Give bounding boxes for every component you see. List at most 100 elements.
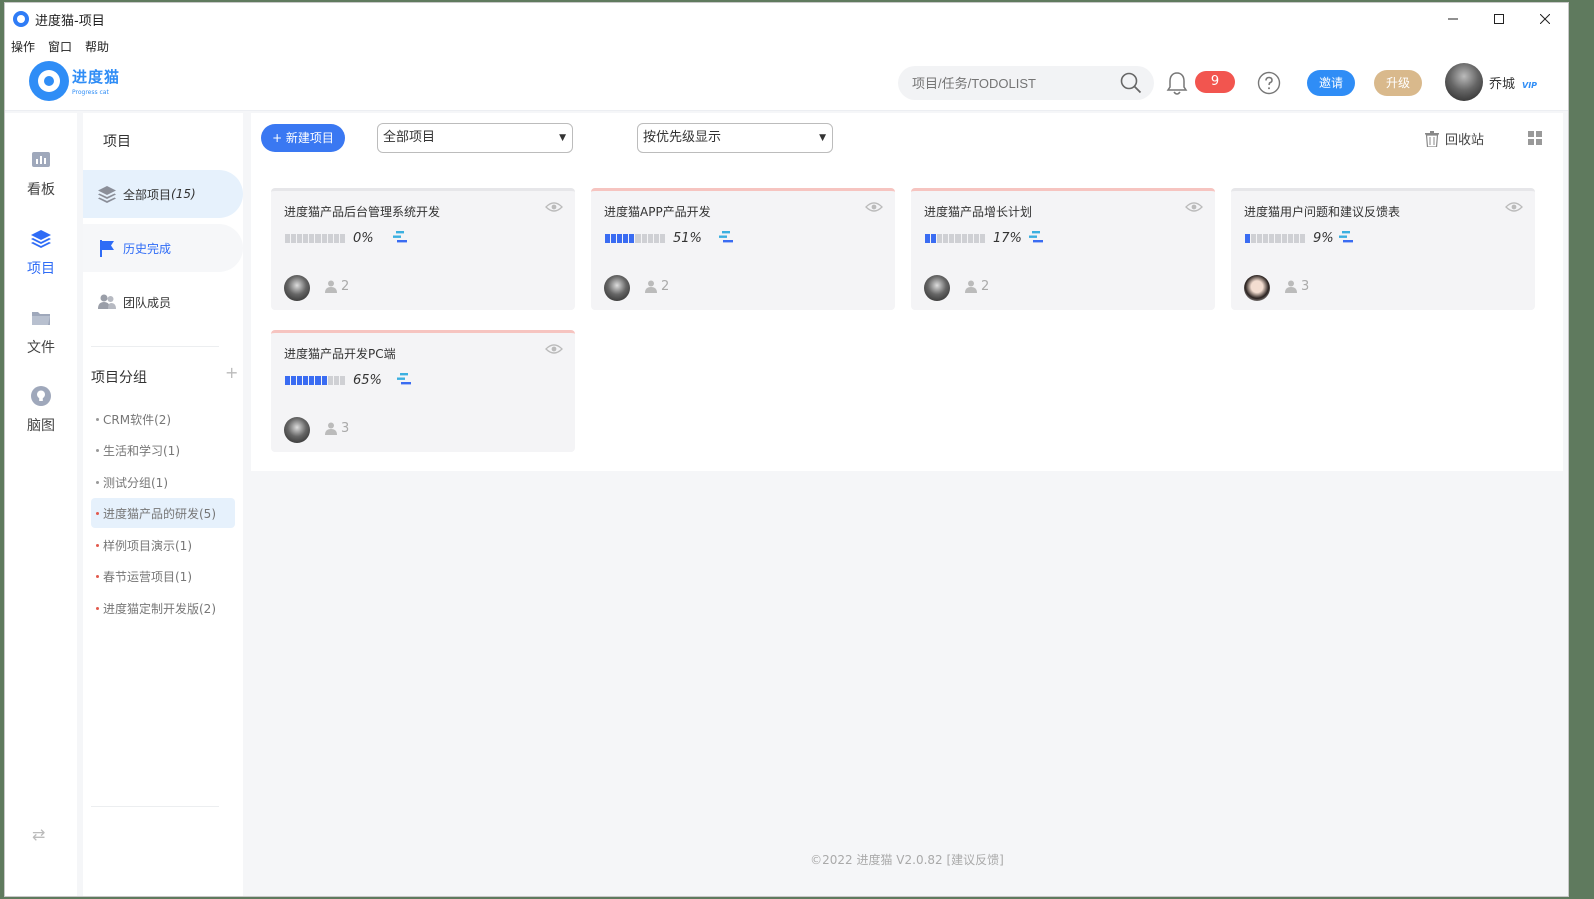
rail-label-files: 文件 [27,340,55,356]
group-item[interactable]: 样例项目演示(1) [91,530,235,560]
eye-icon[interactable] [1185,201,1203,213]
sidebar-item-all-projects[interactable]: 全部项目 (15) [83,170,243,218]
group-item[interactable]: 进度猫定制开发版(2) [91,593,235,623]
help-icon[interactable] [1257,71,1281,95]
person-icon [1285,280,1297,293]
project-card[interactable]: 进度猫产品开发PC端 65% 3 [271,330,575,452]
eye-icon[interactable] [545,201,563,213]
owner-avatar[interactable] [924,275,950,301]
dashboard-icon [32,152,50,167]
menu-bar: 操作 窗口 帮助 [5,35,1568,57]
menu-window[interactable]: 窗口 [48,38,72,55]
group-section-title: 项目分组 [91,370,147,386]
member-count[interactable]: 2 [645,279,669,294]
sidebar-divider [91,806,219,807]
sidebar-item-team[interactable]: 团队成员 [83,278,243,326]
gantt-icon[interactable] [393,230,407,244]
sidebar-divider [91,346,219,347]
project-filter-select[interactable]: 全部项目 ▼ [377,123,573,153]
owner-avatar[interactable] [284,275,310,301]
upgrade-button[interactable]: 升级 [1374,70,1422,96]
user-avatar[interactable] [1445,63,1483,101]
app-header: 进度猫 Progress cat 9 邀请 升级 乔城 VIP [5,57,1568,111]
gantt-icon[interactable] [719,230,733,244]
owner-avatar[interactable] [284,417,310,443]
menu-operate[interactable]: 操作 [11,38,35,55]
rail-item-mindmap[interactable]: 脑图 [5,385,77,435]
gantt-icon[interactable] [1029,230,1043,244]
member-count[interactable]: 2 [965,279,989,294]
invite-button[interactable]: 邀请 [1307,70,1355,96]
owner-avatar[interactable] [604,275,630,301]
maximize-button[interactable] [1476,3,1522,35]
trash-icon [1425,130,1439,147]
person-icon [645,280,657,293]
stack-icon [98,186,116,203]
progress-percent: 17% [993,231,1022,246]
gantt-icon[interactable] [397,372,411,386]
recycle-bin-button[interactable]: 回收站 [1425,129,1484,148]
progress-percent: 51% [673,231,702,246]
add-group-icon[interactable]: + [225,363,238,382]
minimize-icon [1448,18,1458,20]
rail-item-projects[interactable]: 项目 [5,228,77,278]
rail-item-files[interactable]: 文件 [5,307,77,357]
progress-bar [285,376,345,385]
project-filter-value: 全部项目 [383,130,436,145]
eye-icon[interactable] [1505,201,1523,213]
person-icon [325,422,337,435]
member-count-value: 2 [341,279,350,294]
dropdown-arrow-icon: ▼ [559,133,566,143]
rail-label-projects: 项目 [27,261,55,277]
notification-badge[interactable]: 9 [1195,71,1235,93]
group-item[interactable]: 测试分组(1) [91,467,235,497]
user-name[interactable]: 乔城 [1489,73,1515,92]
project-title: 进度猫APP产品开发 [604,205,711,219]
sidebar-item-history[interactable]: 历史完成 [83,224,243,272]
progress-percent: 65% [353,373,382,388]
sort-select[interactable]: 按优先级显示 ▼ [637,123,833,153]
progress-bar [605,234,665,243]
brand-logo[interactable]: 进度猫 Progress cat [29,61,120,101]
footer: ©2022 进度猫 V2.0.82 [建议反馈] [251,851,1563,868]
rail-item-dashboard[interactable]: 看板 [5,149,77,199]
search-icon[interactable] [1120,72,1142,94]
rail-label-dashboard: 看板 [27,182,55,198]
group-item[interactable]: 春节运营项目(1) [91,561,235,591]
search-input[interactable] [912,75,1112,91]
owner-avatar[interactable] [1244,275,1270,301]
eye-icon[interactable] [545,343,563,355]
gantt-icon[interactable] [1339,230,1353,244]
swap-icon[interactable]: ⇄ [32,825,45,844]
progress-bar [925,234,985,243]
project-card[interactable]: 进度猫用户问题和建议反馈表 9% 3 [1231,188,1535,310]
member-count[interactable]: 3 [1285,279,1309,294]
group-item[interactable]: 生活和学习(1) [91,435,235,465]
team-icon [98,294,116,309]
all-projects-label: 全部项目 [123,187,172,202]
group-item-selected[interactable]: 进度猫产品的研发(5) [91,498,235,528]
project-board: + 新建项目 全部项目 ▼ 按优先级显示 ▼ 回收站 进度猫产品后台管理系统开发… [251,113,1563,471]
menu-help[interactable]: 帮助 [85,38,109,55]
eye-icon[interactable] [865,201,883,213]
project-card[interactable]: 进度猫产品增长计划 17% 2 [911,188,1215,310]
grid-view-icon[interactable] [1528,131,1542,145]
app-window: 进度猫-项目 操作 窗口 帮助 进度猫 Progress cat 项目/任务/T… [4,2,1569,897]
maximize-icon [1494,14,1504,24]
group-item[interactable]: CRM软件(2) [91,404,235,434]
member-count-value: 3 [1301,279,1310,294]
new-project-button[interactable]: + 新建项目 [261,124,345,152]
bell-icon[interactable] [1165,71,1189,97]
minimize-button[interactable] [1430,3,1476,35]
project-card[interactable]: 进度猫产品后台管理系统开发 0% 2 [271,188,575,310]
dropdown-arrow-icon: ▼ [819,133,826,143]
project-title: 进度猫产品增长计划 [924,205,1033,219]
member-count[interactable]: 2 [325,279,349,294]
folder-icon [32,312,50,325]
project-card[interactable]: 进度猫APP产品开发 51% 2 [591,188,895,310]
close-button[interactable] [1522,3,1568,35]
member-count[interactable]: 3 [325,421,349,436]
copyright-text: ©2022 进度猫 V2.0.82 [810,853,943,867]
feedback-link[interactable]: [建议反馈] [947,853,1004,867]
person-icon [965,280,977,293]
